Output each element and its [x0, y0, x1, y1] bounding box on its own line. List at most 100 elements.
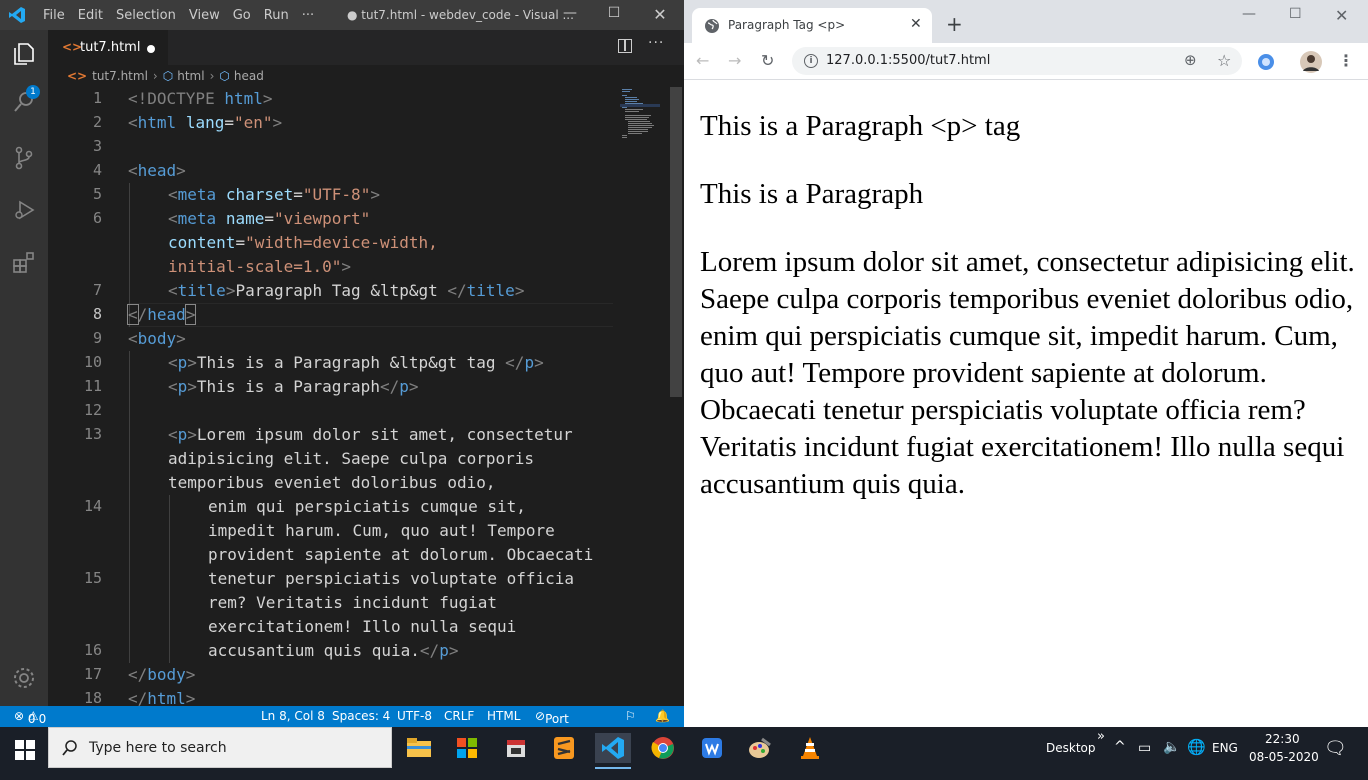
- chrome-menu-icon[interactable]: ⋮: [1338, 51, 1354, 70]
- url-text: 127.0.0.1:5500/tut7.html: [826, 53, 991, 68]
- vscode-taskbar-icon[interactable]: [595, 733, 631, 769]
- menu-file[interactable]: File: [43, 8, 65, 23]
- explorer-icon[interactable]: [0, 30, 48, 78]
- line-number: 6: [92, 209, 102, 227]
- close-window-icon[interactable]: ✕: [650, 5, 670, 25]
- microsoft-store-icon[interactable]: [449, 733, 485, 763]
- breadcrumb-head[interactable]: head: [234, 69, 264, 83]
- chevron-up-icon[interactable]: ^: [1114, 739, 1126, 755]
- address-toolbar: ← → ↻ i 127.0.0.1:5500/tut7.html ⊕ ☆ ⋮: [684, 43, 1368, 80]
- paragraph-1: This is a Paragraph <p> tag: [700, 110, 1021, 142]
- vscode-titlebar: File Edit Selection View Go Run ··· ● tu…: [0, 0, 684, 30]
- file-explorer-icon[interactable]: [401, 733, 437, 763]
- paint-icon[interactable]: [742, 733, 778, 763]
- back-icon[interactable]: ←: [696, 51, 709, 70]
- battery-icon[interactable]: ▭: [1138, 740, 1151, 756]
- window-title: ● tut7.html - webdev_code - Visual ...: [347, 8, 574, 22]
- paragraph-2: This is a Paragraph: [700, 178, 924, 210]
- more-actions-icon[interactable]: ···: [648, 35, 664, 51]
- live-server-port[interactable]: ⊘ Port : 5500: [535, 709, 576, 754]
- editor-scrollbar[interactable]: [668, 87, 684, 706]
- taskbar-search[interactable]: Type here to search: [48, 727, 392, 768]
- minimize-icon[interactable]: —: [560, 5, 580, 25]
- site-info-icon[interactable]: i: [804, 54, 818, 68]
- code-line: provident sapiente at dolorum. Obcaecati: [208, 545, 594, 564]
- clock-date[interactable]: 08-05-2020: [1249, 750, 1319, 764]
- menu-more[interactable]: ···: [302, 8, 314, 23]
- code-editor[interactable]: 1 2 3 4 5 6 7 8 9 10 11 12 13 14 15 16 1…: [48, 87, 668, 706]
- tab-tut7-html[interactable]: <> tut7.html: [48, 30, 168, 65]
- settings-gear-icon[interactable]: [0, 654, 48, 702]
- close-window-icon[interactable]: ✕: [1335, 6, 1348, 25]
- problems-status[interactable]: ⊗ 0 ⚠ 0: [14, 709, 46, 726]
- scrollbar-thumb[interactable]: [670, 87, 682, 397]
- chevron-double-right-icon[interactable]: »: [1097, 729, 1105, 744]
- vlc-icon[interactable]: [792, 733, 828, 763]
- extensions-icon[interactable]: [0, 238, 48, 286]
- app-icon[interactable]: [498, 733, 534, 763]
- browser-tab[interactable]: Paragraph Tag <p> ✕: [692, 8, 932, 43]
- windows-start-icon[interactable]: [14, 739, 36, 761]
- reload-icon[interactable]: ↻: [761, 51, 774, 70]
- new-tab-icon[interactable]: +: [946, 12, 963, 36]
- network-globe-icon[interactable]: 🌐: [1187, 738, 1206, 756]
- clock-time[interactable]: 22:30: [1265, 732, 1300, 746]
- language-mode[interactable]: HTML: [487, 709, 520, 723]
- line-number: 8: [92, 305, 102, 323]
- notifications-bell-icon[interactable]: 🔔: [655, 709, 670, 723]
- zoom-icon[interactable]: ⊕: [1184, 51, 1197, 69]
- indent-guide: [169, 495, 170, 663]
- feedback-icon[interactable]: ⚐: [625, 709, 636, 723]
- menu-go[interactable]: Go: [233, 8, 251, 23]
- volume-icon[interactable]: 🔈: [1163, 739, 1180, 755]
- chrome-taskbar-icon[interactable]: [645, 733, 681, 763]
- close-tab-icon[interactable]: ✕: [910, 16, 922, 32]
- code-line: adipisicing elit. Saepe culpa corporis: [168, 449, 535, 468]
- desktop-toolbar[interactable]: Desktop: [1046, 741, 1096, 755]
- notification-center-icon[interactable]: 🗨: [1324, 738, 1347, 759]
- line-number: 14: [83, 497, 102, 515]
- bookmark-star-icon[interactable]: ☆: [1217, 51, 1231, 70]
- active-indicator: [595, 767, 631, 769]
- menu-run[interactable]: Run: [264, 8, 289, 23]
- search-placeholder: Type here to search: [89, 740, 227, 756]
- menu-view[interactable]: View: [189, 8, 220, 23]
- split-editor-icon[interactable]: [618, 39, 632, 53]
- indentation-status[interactable]: Spaces: 4: [332, 709, 390, 723]
- url-bar[interactable]: i 127.0.0.1:5500/tut7.html: [792, 47, 1242, 75]
- maximize-icon[interactable]: ☐: [604, 5, 624, 25]
- minimap[interactable]: [620, 87, 668, 147]
- tab-label: tut7.html: [80, 40, 141, 55]
- code-line: enim qui perspiciatis cumque sit,: [208, 497, 526, 516]
- maximize-icon[interactable]: ☐: [1289, 6, 1302, 22]
- extension-icon[interactable]: [1257, 53, 1275, 71]
- search-icon[interactable]: [0, 78, 48, 126]
- code-line: <html lang="en">: [128, 113, 283, 132]
- profile-avatar[interactable]: [1300, 51, 1322, 73]
- line-number: 13: [83, 425, 102, 443]
- language-indicator[interactable]: ENG: [1212, 741, 1238, 755]
- indent-guide: [129, 351, 130, 663]
- forward-icon[interactable]: →: [728, 51, 741, 70]
- eol-status[interactable]: CRLF: [444, 709, 474, 723]
- code-line: <!DOCTYPE html>: [128, 89, 273, 108]
- cursor-position[interactable]: Ln 8, Col 8: [261, 709, 325, 723]
- browser-tab-strip: Paragraph Tag <p> ✕ + — ☐ ✕: [684, 0, 1368, 43]
- breadcrumb-html[interactable]: html: [177, 69, 204, 83]
- wps-writer-icon[interactable]: [694, 733, 730, 763]
- sublime-text-icon[interactable]: [546, 733, 582, 763]
- code-line: </html>: [128, 689, 196, 706]
- unsaved-dot-icon[interactable]: [147, 45, 155, 53]
- vscode-window: File Edit Selection View Go Run ··· ● tu…: [0, 0, 684, 754]
- line-number: 9: [92, 329, 102, 347]
- line-number: 1: [92, 89, 102, 107]
- menu-selection[interactable]: Selection: [116, 8, 176, 23]
- code-line: <p>Lorem ipsum dolor sit amet, consectet…: [168, 425, 573, 444]
- menu-edit[interactable]: Edit: [78, 8, 103, 23]
- chevron-right-icon: ›: [152, 69, 158, 83]
- source-control-icon[interactable]: [0, 134, 48, 182]
- encoding-status[interactable]: UTF-8: [397, 709, 432, 723]
- breadcrumb-file[interactable]: tut7.html: [92, 69, 148, 83]
- minimize-icon[interactable]: —: [1242, 6, 1256, 22]
- run-debug-icon[interactable]: [0, 186, 48, 234]
